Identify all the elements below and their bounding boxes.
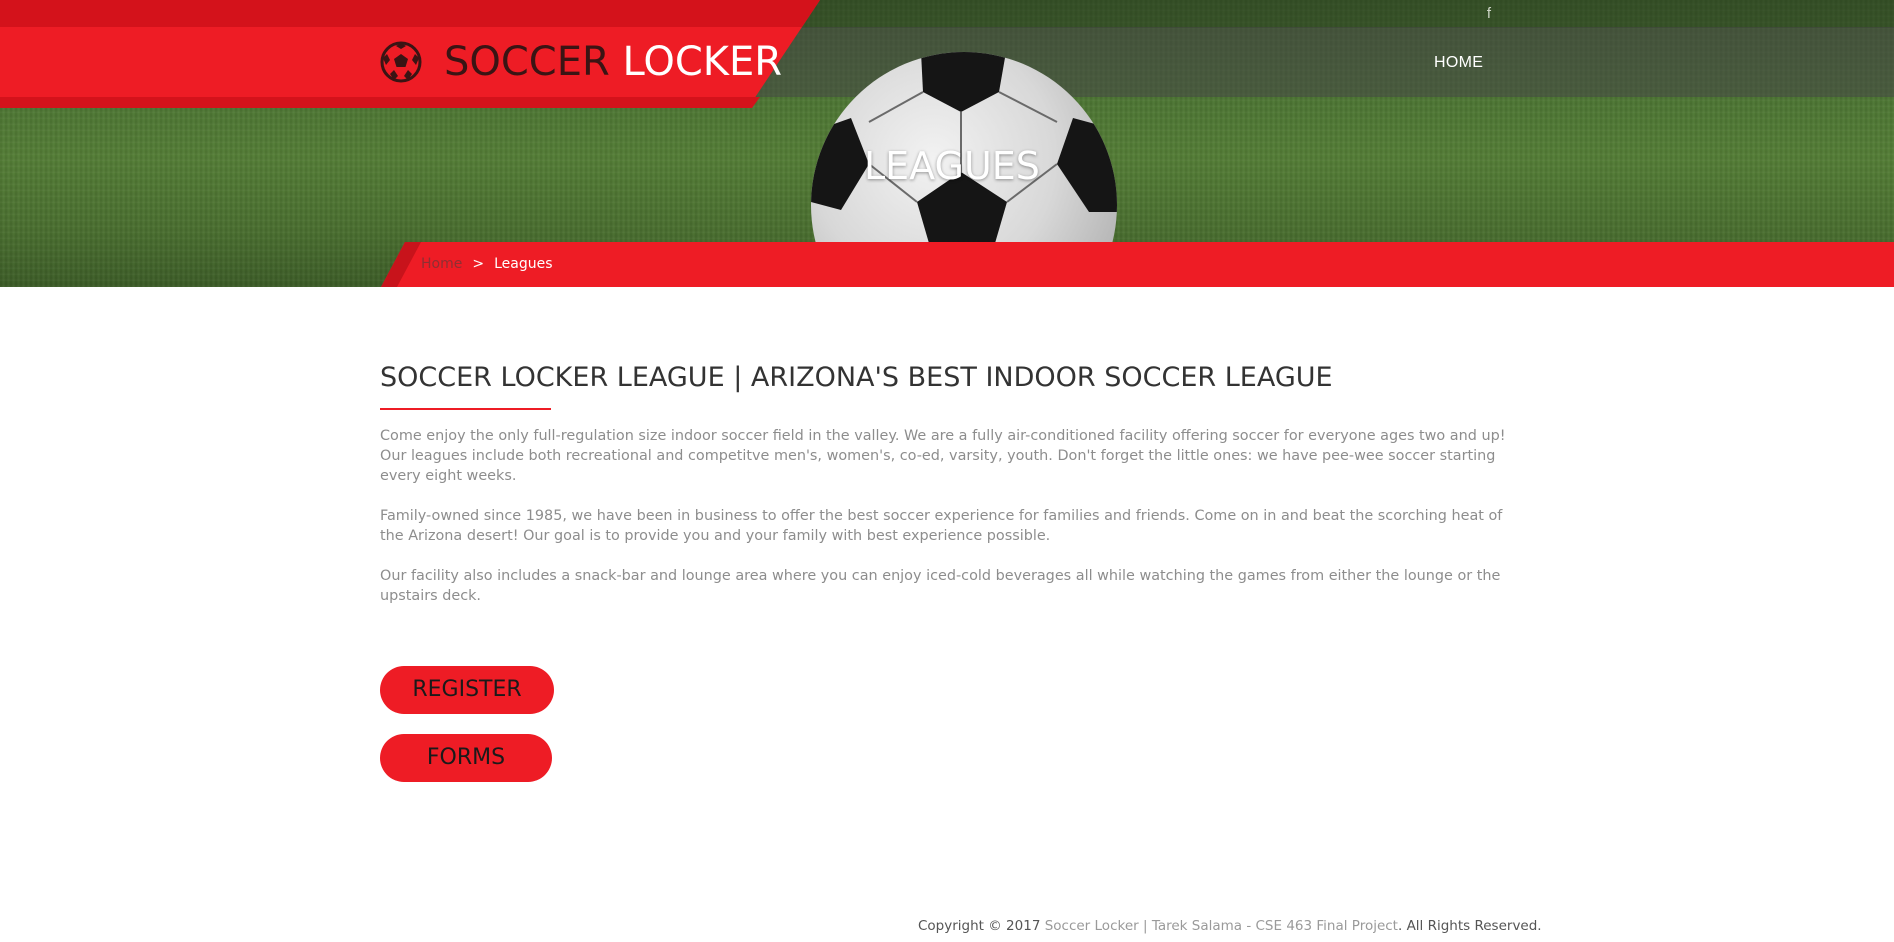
paragraph-history: Family-owned since 1985, we have been in…	[380, 508, 1503, 544]
breadcrumb: Home > Leagues	[421, 252, 553, 276]
footer-project-link[interactable]: Soccer Locker | Tarek Salama - CSE 463 F…	[1045, 918, 1398, 934]
breadcrumb-band	[381, 242, 1894, 287]
site-logo[interactable]: SOCCER LOCKER	[380, 37, 782, 87]
register-button[interactable]: REGISTER	[380, 666, 554, 714]
facebook-icon[interactable]: f	[1482, 4, 1496, 24]
soccer-ball-icon	[380, 41, 422, 83]
breadcrumb-current: Leagues	[494, 256, 553, 272]
nav-home-link[interactable]: HOME	[1434, 50, 1483, 76]
breadcrumb-home-link[interactable]: Home	[421, 256, 462, 272]
main-content: SOCCER LOCKER LEAGUE | ARIZONA'S BEST IN…	[380, 360, 1510, 606]
page-title: LEAGUES	[864, 144, 1040, 188]
logo-text: SOCCER LOCKER	[444, 37, 782, 87]
paragraph-intro: Come enjoy the only full-regulation size…	[380, 428, 1506, 484]
footer-copyright: Copyright © 2017 Soccer Locker | Tarek S…	[918, 916, 1542, 936]
heading-underline	[380, 408, 551, 410]
section-heading: SOCCER LOCKER LEAGUE | ARIZONA'S BEST IN…	[380, 362, 1333, 393]
hero-banner: f SOCCER LOCKER HOME LEAGUES Home > Leag…	[0, 0, 1894, 287]
breadcrumb-separator: >	[472, 256, 485, 272]
footer-suffix: . All Rights Reserved.	[1397, 918, 1542, 934]
logo-word-locker: LOCKER	[622, 39, 783, 85]
forms-button[interactable]: FORMS	[380, 734, 552, 782]
logo-banner-bottom-shade	[0, 97, 760, 108]
paragraph-facility: Our facility also includes a snack-bar a…	[380, 568, 1501, 604]
logo-word-soccer: SOCCER	[444, 39, 610, 85]
footer-prefix: Copyright © 2017	[918, 918, 1045, 934]
logo-banner-top-shade	[0, 0, 820, 27]
